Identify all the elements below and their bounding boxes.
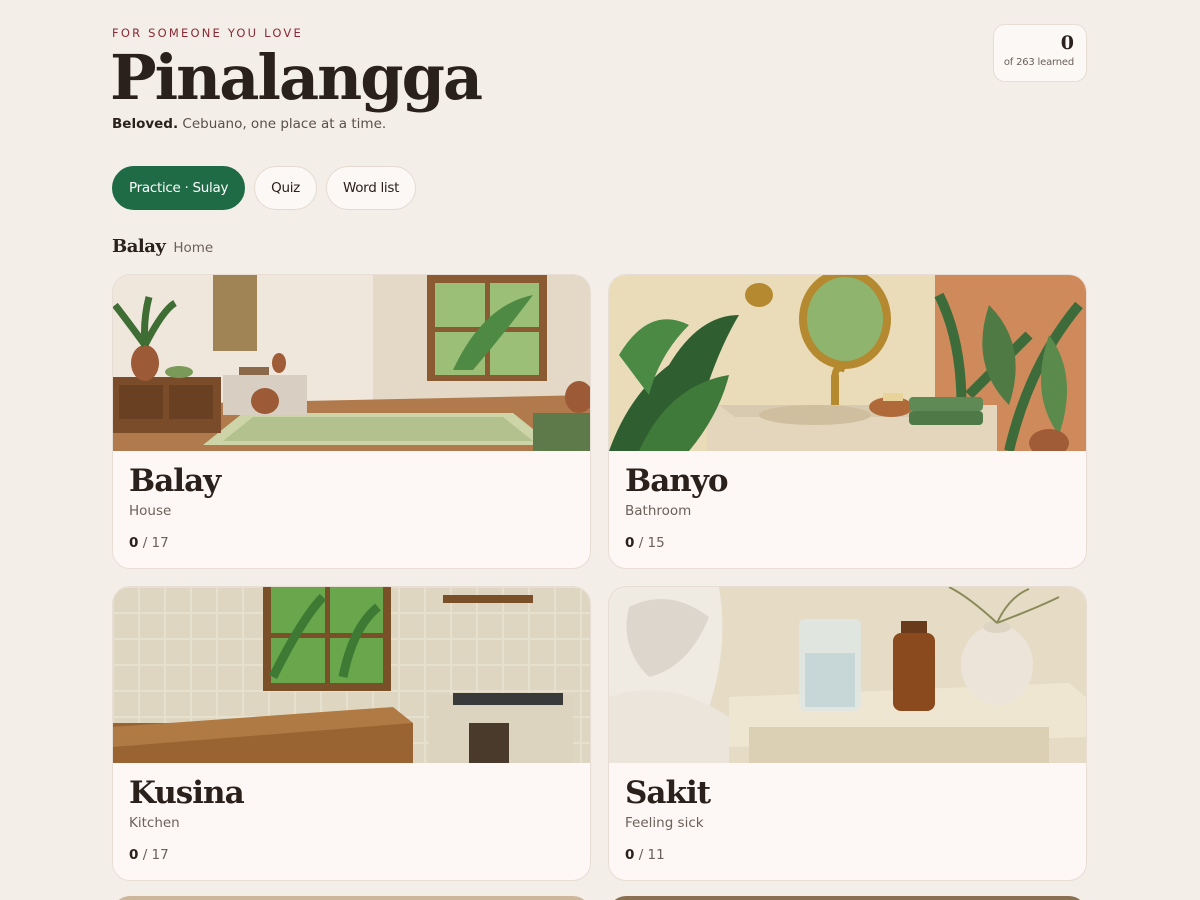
card-title: Balay bbox=[129, 463, 221, 499]
page-title: Pinalangga bbox=[110, 41, 483, 114]
learned-count: 0 bbox=[1060, 32, 1074, 54]
card-progress: 0 / 17 bbox=[129, 535, 169, 551]
card-translation: Kitchen bbox=[129, 815, 180, 831]
section-subtitle: Home bbox=[173, 240, 214, 256]
mode-tabs: Practice · Sulay Quiz Word list bbox=[112, 166, 417, 210]
card-progress-total: / 17 bbox=[142, 535, 169, 551]
section-heading: Balay Home bbox=[112, 236, 213, 257]
tab-word-list[interactable]: Word list bbox=[325, 166, 417, 210]
card-progress: 0 / 11 bbox=[625, 847, 665, 863]
learned-label: of 263 learned bbox=[1003, 57, 1074, 68]
page: FOR SOMEONE YOU LOVE Pinalangga Beloved.… bbox=[0, 0, 1200, 900]
card-title: Banyo bbox=[625, 463, 729, 499]
card-translation: Bathroom bbox=[625, 503, 692, 519]
tagline-text: Cebuano, one place at a time. bbox=[178, 116, 387, 132]
card-progress-total: / 15 bbox=[638, 535, 665, 551]
topic-card-balay[interactable]: Balay House 0 / 17 bbox=[112, 274, 591, 569]
card-translation: Feeling sick bbox=[625, 815, 704, 831]
card-translation: House bbox=[129, 503, 172, 519]
card-progress: 0 / 15 bbox=[625, 535, 665, 551]
card-title: Kusina bbox=[129, 775, 245, 811]
topic-card-sakit[interactable]: Sakit Feeling sick 0 / 11 bbox=[608, 586, 1087, 881]
kitchen-illustration bbox=[113, 587, 590, 763]
card-progress: 0 / 17 bbox=[129, 847, 169, 863]
tab-quiz[interactable]: Quiz bbox=[254, 166, 317, 210]
tagline: Beloved. Cebuano, one place at a time. bbox=[112, 116, 386, 132]
living-room-illustration bbox=[113, 275, 590, 451]
topic-card-peek[interactable] bbox=[112, 896, 591, 900]
topic-card-peek[interactable] bbox=[608, 896, 1087, 900]
tagline-bold: Beloved. bbox=[112, 116, 179, 132]
card-progress-total: / 17 bbox=[142, 847, 169, 863]
learned-counter: 0 of 263 learned bbox=[993, 24, 1087, 82]
card-title: Sakit bbox=[625, 775, 711, 811]
section-title: Balay bbox=[112, 236, 166, 257]
card-progress-learned: 0 bbox=[129, 847, 139, 863]
topic-card-banyo[interactable]: Banyo Bathroom 0 / 15 bbox=[608, 274, 1087, 569]
card-progress-learned: 0 bbox=[129, 535, 139, 551]
tab-practice[interactable]: Practice · Sulay bbox=[112, 166, 246, 210]
card-progress-total: / 11 bbox=[638, 847, 665, 863]
topic-card-kusina[interactable]: Kusina Kitchen 0 / 17 bbox=[112, 586, 591, 881]
card-progress-learned: 0 bbox=[625, 535, 635, 551]
bathroom-illustration bbox=[609, 275, 1086, 451]
bedside-illustration bbox=[609, 587, 1086, 763]
card-progress-learned: 0 bbox=[625, 847, 635, 863]
